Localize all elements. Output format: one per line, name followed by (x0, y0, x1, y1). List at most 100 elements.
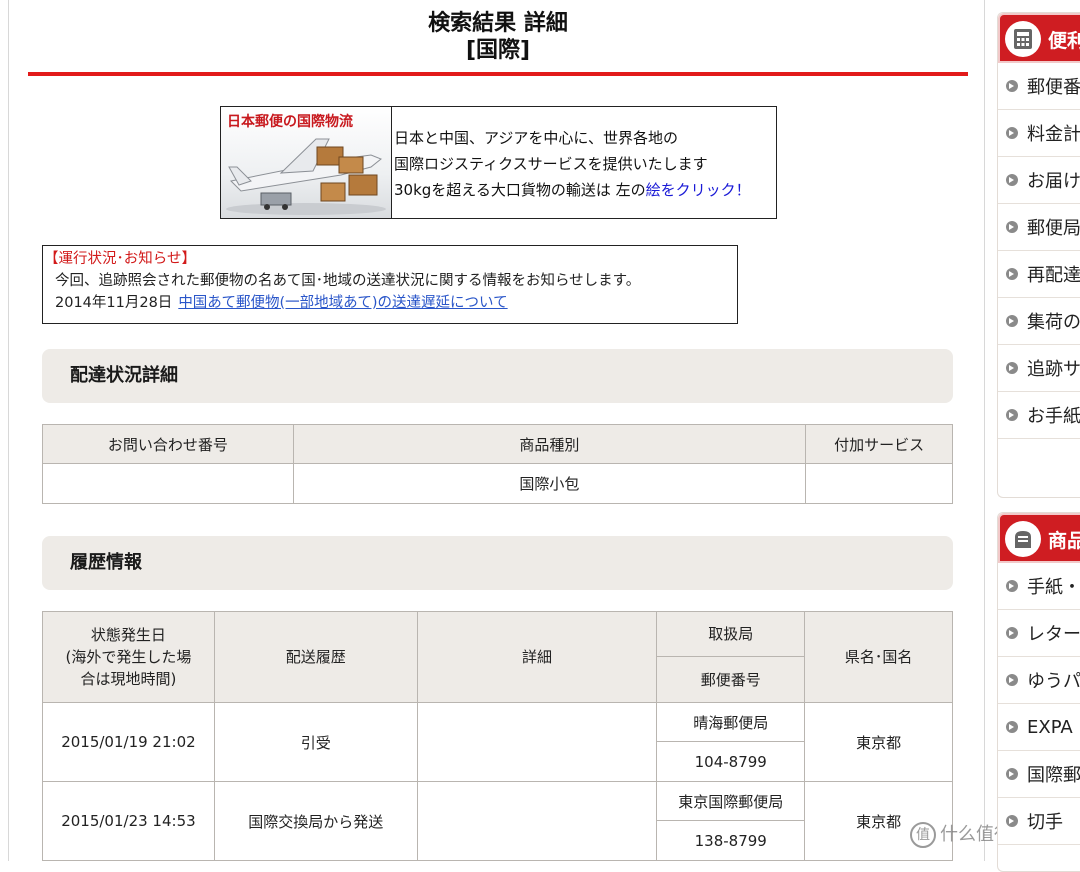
inquiry-number-header: お問い合わせ番号 (42, 424, 294, 464)
event-date-cell: 2015/01/23 14:53 (42, 781, 215, 861)
sidebar-item[interactable]: レター (998, 610, 1080, 657)
arrow-bullet-icon (1006, 362, 1018, 374)
sidebar-item-label: ゆうパ (1027, 671, 1080, 692)
sidebar-item-label: 再配達 (1027, 265, 1080, 286)
sidebar-item-label: 料金計 (1027, 124, 1080, 145)
product-type-header: 商品種別 (292, 424, 807, 464)
postal-code-cell: 138-8799 (656, 820, 806, 861)
arrow-bullet-icon (1006, 221, 1018, 233)
notice-entry: 2014年11月28日 中国あて郵便物(一部地域あて)の送達遅延について (43, 292, 737, 314)
sidebar-item[interactable]: 切手 (998, 798, 1080, 845)
watermark-logo-icon: 值 (910, 822, 936, 848)
calculator-icon (1005, 21, 1041, 57)
sidebar-item-label: 郵便局 (1027, 218, 1080, 239)
page-title-line1: 検索結果 詳細 (428, 11, 568, 36)
panel-title: 便利 (1048, 30, 1080, 52)
arrow-bullet-icon (1006, 674, 1018, 686)
detail-cell (416, 781, 658, 861)
office-cell: 東京国際郵便局 (656, 781, 806, 821)
page-title: 検索結果 詳細 [国際] (28, 10, 968, 64)
main-content: 検索結果 詳細 [国際] 日本郵便の国際物流 日本と中国、アジアを中心に、世界各… (0, 0, 1030, 861)
sidebar-item[interactable]: 集荷の (998, 298, 1080, 345)
banner-line3-text: 30kgを超える大口貨物の輸送は 左の (394, 181, 646, 199)
detail-header: 詳細 (416, 611, 658, 703)
arrow-bullet-icon (1006, 315, 1018, 327)
delivery-status-heading: 配達状況詳細 (42, 349, 953, 403)
banner-line3: 30kgを超える大口貨物の輸送は 左の絵をクリック！ (394, 177, 751, 203)
additional-service-cell (805, 463, 953, 504)
table-row: 国際小包 (42, 463, 953, 504)
sidebar-item-label: お届け (1027, 171, 1080, 192)
event-date-header: 状態発生日 (海外で発生した場 合は現地時間) (42, 611, 215, 703)
table-row: 2015/01/23 14:53 国際交換局から発送 東京国際郵便局 東京都 (42, 781, 953, 861)
panel-header: 便利 (998, 13, 1080, 63)
cargo-banner-image[interactable]: 日本郵便の国際物流 (221, 107, 392, 218)
delivery-history-header: 配送履歴 (213, 611, 418, 703)
sidebar-item[interactable]: 郵便局 (998, 204, 1080, 251)
sidebar-item-label: 集荷の (1027, 312, 1080, 333)
sidebar-item-label: 国際郵 (1027, 765, 1080, 786)
sidebar-item-label: お手紙 (1027, 406, 1080, 427)
arrow-bullet-icon (1006, 627, 1018, 639)
sidebar-item-label: 郵便番号 (1027, 77, 1080, 98)
banner-image-title: 日本郵便の国際物流 (227, 114, 353, 130)
arrow-bullet-icon (1006, 768, 1018, 780)
history-cell: 国際交換局から発送 (213, 781, 418, 861)
arrow-bullet-icon (1006, 268, 1018, 280)
sidebar-item-label: 手紙・ (1027, 577, 1080, 598)
cargo-plane-icon (226, 138, 386, 215)
region-header: 県名･国名 (804, 611, 953, 703)
sidebar-item-label: 切手 (1027, 812, 1063, 833)
history-cell: 引受 (213, 702, 418, 782)
inquiry-number-cell (42, 463, 294, 504)
sidebar-item[interactable]: 追跡サ (998, 345, 1080, 392)
title-underline (28, 72, 968, 76)
product-type-cell: 国際小包 (292, 463, 807, 504)
sidebar-item[interactable]: 郵便番号 (998, 63, 1080, 110)
arrow-bullet-icon (1006, 580, 1018, 592)
event-date-cell: 2015/01/19 21:02 (42, 702, 215, 782)
sidebar-item[interactable]: 再配達 (998, 251, 1080, 298)
arrow-bullet-icon (1006, 174, 1018, 186)
arrow-bullet-icon (1006, 127, 1018, 139)
detail-cell (416, 702, 658, 782)
banner-line2: 国際ロジスティクスサービスを提供いたします (394, 155, 708, 173)
banner-line1: 日本と中国、アジアを中心に、世界各地の (394, 129, 678, 147)
history-heading: 履歴情報 (42, 536, 953, 590)
arrow-bullet-icon (1006, 721, 1018, 733)
office-cell: 晴海郵便局 (656, 702, 806, 742)
office-header: 取扱局 (656, 611, 806, 657)
sidebar: 便利 郵便番号 料金計 お届け 郵便局 再配達 集荷の 追跡サ お手紙 商品 手… (997, 12, 1080, 872)
sidebar-panel-products: 商品 手紙・ レター ゆうパ EXPA 国際郵 切手 (997, 512, 1080, 872)
arrow-bullet-icon (1006, 409, 1018, 421)
page-title-line2: [国際] (465, 38, 531, 63)
notice-date: 2014年11月28日 (55, 295, 173, 311)
sidebar-item[interactable]: お届け (998, 157, 1080, 204)
additional-service-header: 付加サービス (805, 424, 953, 464)
sidebar-item-label: レター (1027, 624, 1080, 645)
sidebar-item[interactable]: 料金計 (998, 110, 1080, 157)
sidebar-item[interactable]: 国際郵 (998, 751, 1080, 798)
banner-click-link[interactable]: 絵をクリック！ (646, 181, 751, 199)
postal-code-header: 郵便番号 (656, 656, 806, 703)
table-header-row: お問い合わせ番号 商品種別 付加サービス (42, 424, 953, 464)
sidebar-item-label: 追跡サ (1027, 359, 1080, 380)
sidebar-panel-convenience: 便利 郵便番号 料金計 お届け 郵便局 再配達 集荷の 追跡サ お手紙 (997, 12, 1080, 498)
table-row: 2015/01/19 21:02 引受 晴海郵便局 東京都 (42, 702, 953, 782)
history-table: 状態発生日 (海外で発生した場 合は現地時間) 配送履歴 詳細 取扱局 県名･国… (42, 611, 953, 861)
sidebar-item[interactable]: EXPA (998, 704, 1080, 751)
notice-heading: 【運行状況･お知らせ】 (44, 251, 196, 267)
mailbox-icon (1005, 521, 1041, 557)
postal-code-cell: 104-8799 (656, 741, 806, 782)
right-divider (984, 0, 985, 861)
notice-link[interactable]: 中国あて郵便物(一部地域あて)の送達遅延について (178, 295, 507, 311)
sidebar-item[interactable]: 手紙・ (998, 563, 1080, 610)
sidebar-item[interactable]: ゆうパ (998, 657, 1080, 704)
sidebar-item[interactable]: お手紙 (998, 392, 1080, 439)
arrow-bullet-icon (1006, 815, 1018, 827)
intl-logistics-banner: 日本郵便の国際物流 日本と中国、アジアを中心に、世界各地の 国際ロジスティクスサ… (220, 106, 777, 219)
sidebar-item-label: EXPA (1027, 716, 1073, 738)
panel-title: 商品 (1048, 530, 1080, 552)
left-divider (8, 0, 9, 861)
service-notice-box: 【運行状況･お知らせ】 今回、追跡照会された郵便物の名あて国･地域の送達状況に関… (42, 245, 738, 324)
